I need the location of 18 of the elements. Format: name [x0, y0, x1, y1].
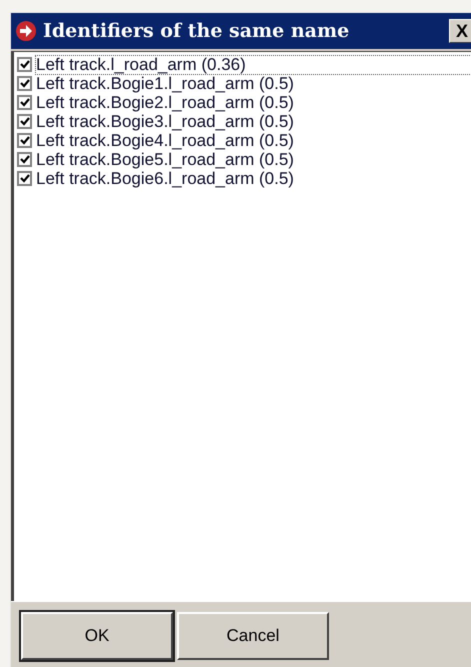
list-item[interactable]: Left track.Bogie3.l_road_arm (0.5) — [36, 112, 294, 130]
dialog-button[interactable]: OK — [21, 612, 173, 660]
checkbox[interactable] — [17, 76, 32, 91]
checkbox[interactable] — [17, 95, 32, 110]
window-title: Identifiers of the same name — [43, 18, 350, 44]
list-item[interactable]: Left track.Bogie2.l_road_arm (0.5) — [36, 94, 294, 112]
checkbox[interactable] — [17, 114, 32, 129]
dialog-button[interactable]: Cancel — [177, 612, 329, 660]
checkbox[interactable] — [17, 57, 32, 72]
list-item[interactable]: Left track.l_road_arm (0.36) — [36, 56, 471, 74]
list-item[interactable]: Left track.Bogie4.l_road_arm (0.5) — [36, 132, 294, 150]
list-item[interactable]: Left track.Bogie1.l_road_arm (0.5) — [36, 74, 294, 92]
list-item[interactable]: Left track.Bogie6.l_road_arm (0.5) — [36, 170, 294, 188]
checkbox[interactable] — [17, 133, 32, 148]
close-button[interactable]: X — [449, 19, 471, 43]
checkbox[interactable] — [17, 171, 32, 186]
list-item[interactable]: Left track.Bogie5.l_road_arm (0.5) — [36, 150, 294, 168]
checkbox[interactable] — [17, 152, 32, 167]
